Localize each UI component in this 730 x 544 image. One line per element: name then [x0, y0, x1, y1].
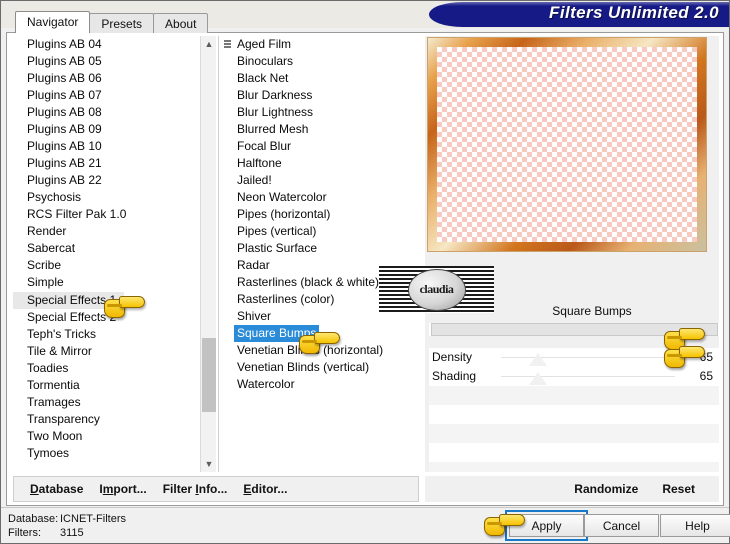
filter-list-item[interactable]: Pipes (vertical) — [223, 223, 419, 240]
status-text: Database: ICNET-Filters Filters: 3115 — [8, 512, 126, 540]
pointing-hand-icon — [104, 295, 146, 319]
list-item[interactable]: Plugins AB 07 — [13, 87, 213, 104]
status-row-database: Database: ICNET-Filters — [8, 512, 126, 526]
list-item[interactable]: Plugins AB 05 — [13, 53, 213, 70]
filter-list-item[interactable]: Jailed! — [223, 172, 419, 189]
list-item[interactable]: Tile & Mirror — [13, 343, 213, 360]
filter-list-item[interactable]: Pipes (horizontal) — [223, 206, 419, 223]
list-item[interactable]: Psychosis — [13, 189, 213, 206]
help-button[interactable]: Help — [660, 514, 730, 537]
scrollbar-thumb[interactable] — [202, 338, 216, 412]
cancel-button[interactable]: Cancel — [584, 514, 659, 537]
action-links-bar: Database Import... Filter Info... Editor… — [13, 476, 419, 502]
filter-list-item[interactable]: Binoculars — [223, 53, 419, 70]
status-filters-value: 3115 — [60, 527, 84, 539]
database-link[interactable]: Database — [30, 482, 83, 496]
list-item[interactable]: Teph's Tricks — [13, 326, 213, 343]
filter-list-item[interactable]: Aged Film — [223, 36, 419, 53]
scroll-up-icon[interactable]: ▲ — [201, 36, 217, 52]
parameter-label: Shading — [432, 369, 477, 383]
parameter-row-empty — [429, 405, 719, 424]
list-divider — [218, 36, 219, 472]
preview-actions-bar: Randomize Reset — [425, 476, 719, 502]
reset-button[interactable]: Reset — [662, 482, 695, 496]
list-item[interactable]: Tymoes — [13, 445, 213, 462]
category-list[interactable]: Plugins AB 04 Plugins AB 05 Plugins AB 0… — [13, 36, 213, 472]
claudia-watermark: claudia — [379, 266, 494, 313]
filter-list-item[interactable]: Watercolor — [223, 376, 419, 393]
slider-track[interactable] — [501, 376, 675, 377]
footer-bar: Database: ICNET-Filters Filters: 3115 Ap… — [1, 507, 730, 543]
filters-unlimited-window: Filters Unlimited 2.0 Navigator Presets … — [0, 0, 730, 544]
filter-list[interactable]: Aged Film Binoculars Black Net Blur Dark… — [223, 36, 419, 472]
list-item[interactable]: Plugins AB 08 — [13, 104, 213, 121]
parameter-label: Density — [432, 350, 473, 364]
parameter-panel: Square Bumps Density 65 Shading 65 — [429, 299, 719, 472]
import-link[interactable]: Import... — [99, 482, 146, 496]
window-title: Filters Unlimited 2.0 — [549, 3, 719, 22]
list-item[interactable]: RCS Filter Pak 1.0 — [13, 206, 213, 223]
status-database-label: Database: — [8, 513, 59, 525]
pointing-hand-icon — [664, 345, 706, 369]
list-item[interactable]: Plugins AB 10 — [13, 138, 213, 155]
parameter-row-empty — [429, 462, 719, 472]
list-item[interactable]: Tormentia — [13, 377, 213, 394]
filter-stripes-icon — [224, 40, 231, 49]
list-item[interactable]: Transparency — [13, 411, 213, 428]
list-item[interactable]: Toadies — [13, 360, 213, 377]
filter-list-item[interactable]: Focal Blur — [223, 138, 419, 155]
status-filters-label: Filters: — [8, 527, 41, 539]
status-database-value: ICNET-Filters — [60, 513, 126, 525]
parameter-row-empty — [429, 386, 719, 405]
list-item[interactable]: Sabercat — [13, 240, 213, 257]
parameter-value: 65 — [699, 369, 713, 383]
parameter-row-shading[interactable]: Shading 65 — [429, 367, 719, 386]
filter-list-item[interactable]: Halftone — [223, 155, 419, 172]
preview-image[interactable] — [427, 37, 707, 252]
randomize-button[interactable]: Randomize — [574, 482, 638, 496]
category-list-scrollbar[interactable]: ▲ ▼ — [200, 36, 216, 472]
pointing-hand-icon — [484, 513, 526, 537]
pointing-hand-icon — [299, 331, 341, 355]
parameter-row-empty — [429, 443, 719, 462]
client-area: Plugins AB 04 Plugins AB 05 Plugins AB 0… — [6, 32, 724, 506]
editor-link[interactable]: Editor... — [243, 482, 287, 496]
filter-info-link[interactable]: Filter Info... — [163, 482, 228, 496]
filter-list-item[interactable]: Plastic Surface — [223, 240, 419, 257]
list-item[interactable]: Scribe — [13, 257, 213, 274]
parameter-row-empty — [429, 424, 719, 443]
tab-presets[interactable]: Presets — [89, 13, 155, 33]
filter-list-item[interactable]: Blur Lightness — [223, 104, 419, 121]
list-item[interactable]: Plugins AB 09 — [13, 121, 213, 138]
list-item[interactable]: Tramages — [13, 394, 213, 411]
watermark-text: claudia — [419, 282, 454, 296]
filter-list-item[interactable]: Venetian Blinds (vertical) — [223, 359, 419, 376]
globe-icon: claudia — [407, 268, 466, 311]
filter-list-item-label: Aged Film — [237, 37, 292, 51]
filter-list-item[interactable]: Black Net — [223, 70, 419, 87]
slider-track[interactable] — [501, 357, 675, 358]
list-item[interactable]: Plugins AB 21 — [13, 155, 213, 172]
tab-bar: Navigator Presets About — [15, 11, 209, 33]
list-item[interactable]: Render — [13, 223, 213, 240]
list-item[interactable]: Simple — [13, 274, 213, 291]
list-item[interactable]: Plugins AB 22 — [13, 172, 213, 189]
list-item[interactable]: Plugins AB 06 — [13, 70, 213, 87]
scroll-down-icon[interactable]: ▼ — [201, 456, 217, 472]
status-row-filters: Filters: 3115 — [8, 526, 126, 540]
preview-checkerboard — [437, 47, 697, 242]
filter-list-item[interactable]: Blurred Mesh — [223, 121, 419, 138]
slider-handle-icon[interactable] — [529, 353, 547, 366]
filter-list-item[interactable]: Neon Watercolor — [223, 189, 419, 206]
list-item[interactable]: Plugins AB 04 — [13, 36, 213, 53]
filter-list-item[interactable]: Blur Darkness — [223, 87, 419, 104]
slider-handle-icon[interactable] — [529, 372, 547, 385]
tab-about[interactable]: About — [153, 13, 209, 33]
tab-navigator[interactable]: Navigator — [15, 11, 91, 33]
list-item[interactable]: Two Moon — [13, 428, 213, 445]
